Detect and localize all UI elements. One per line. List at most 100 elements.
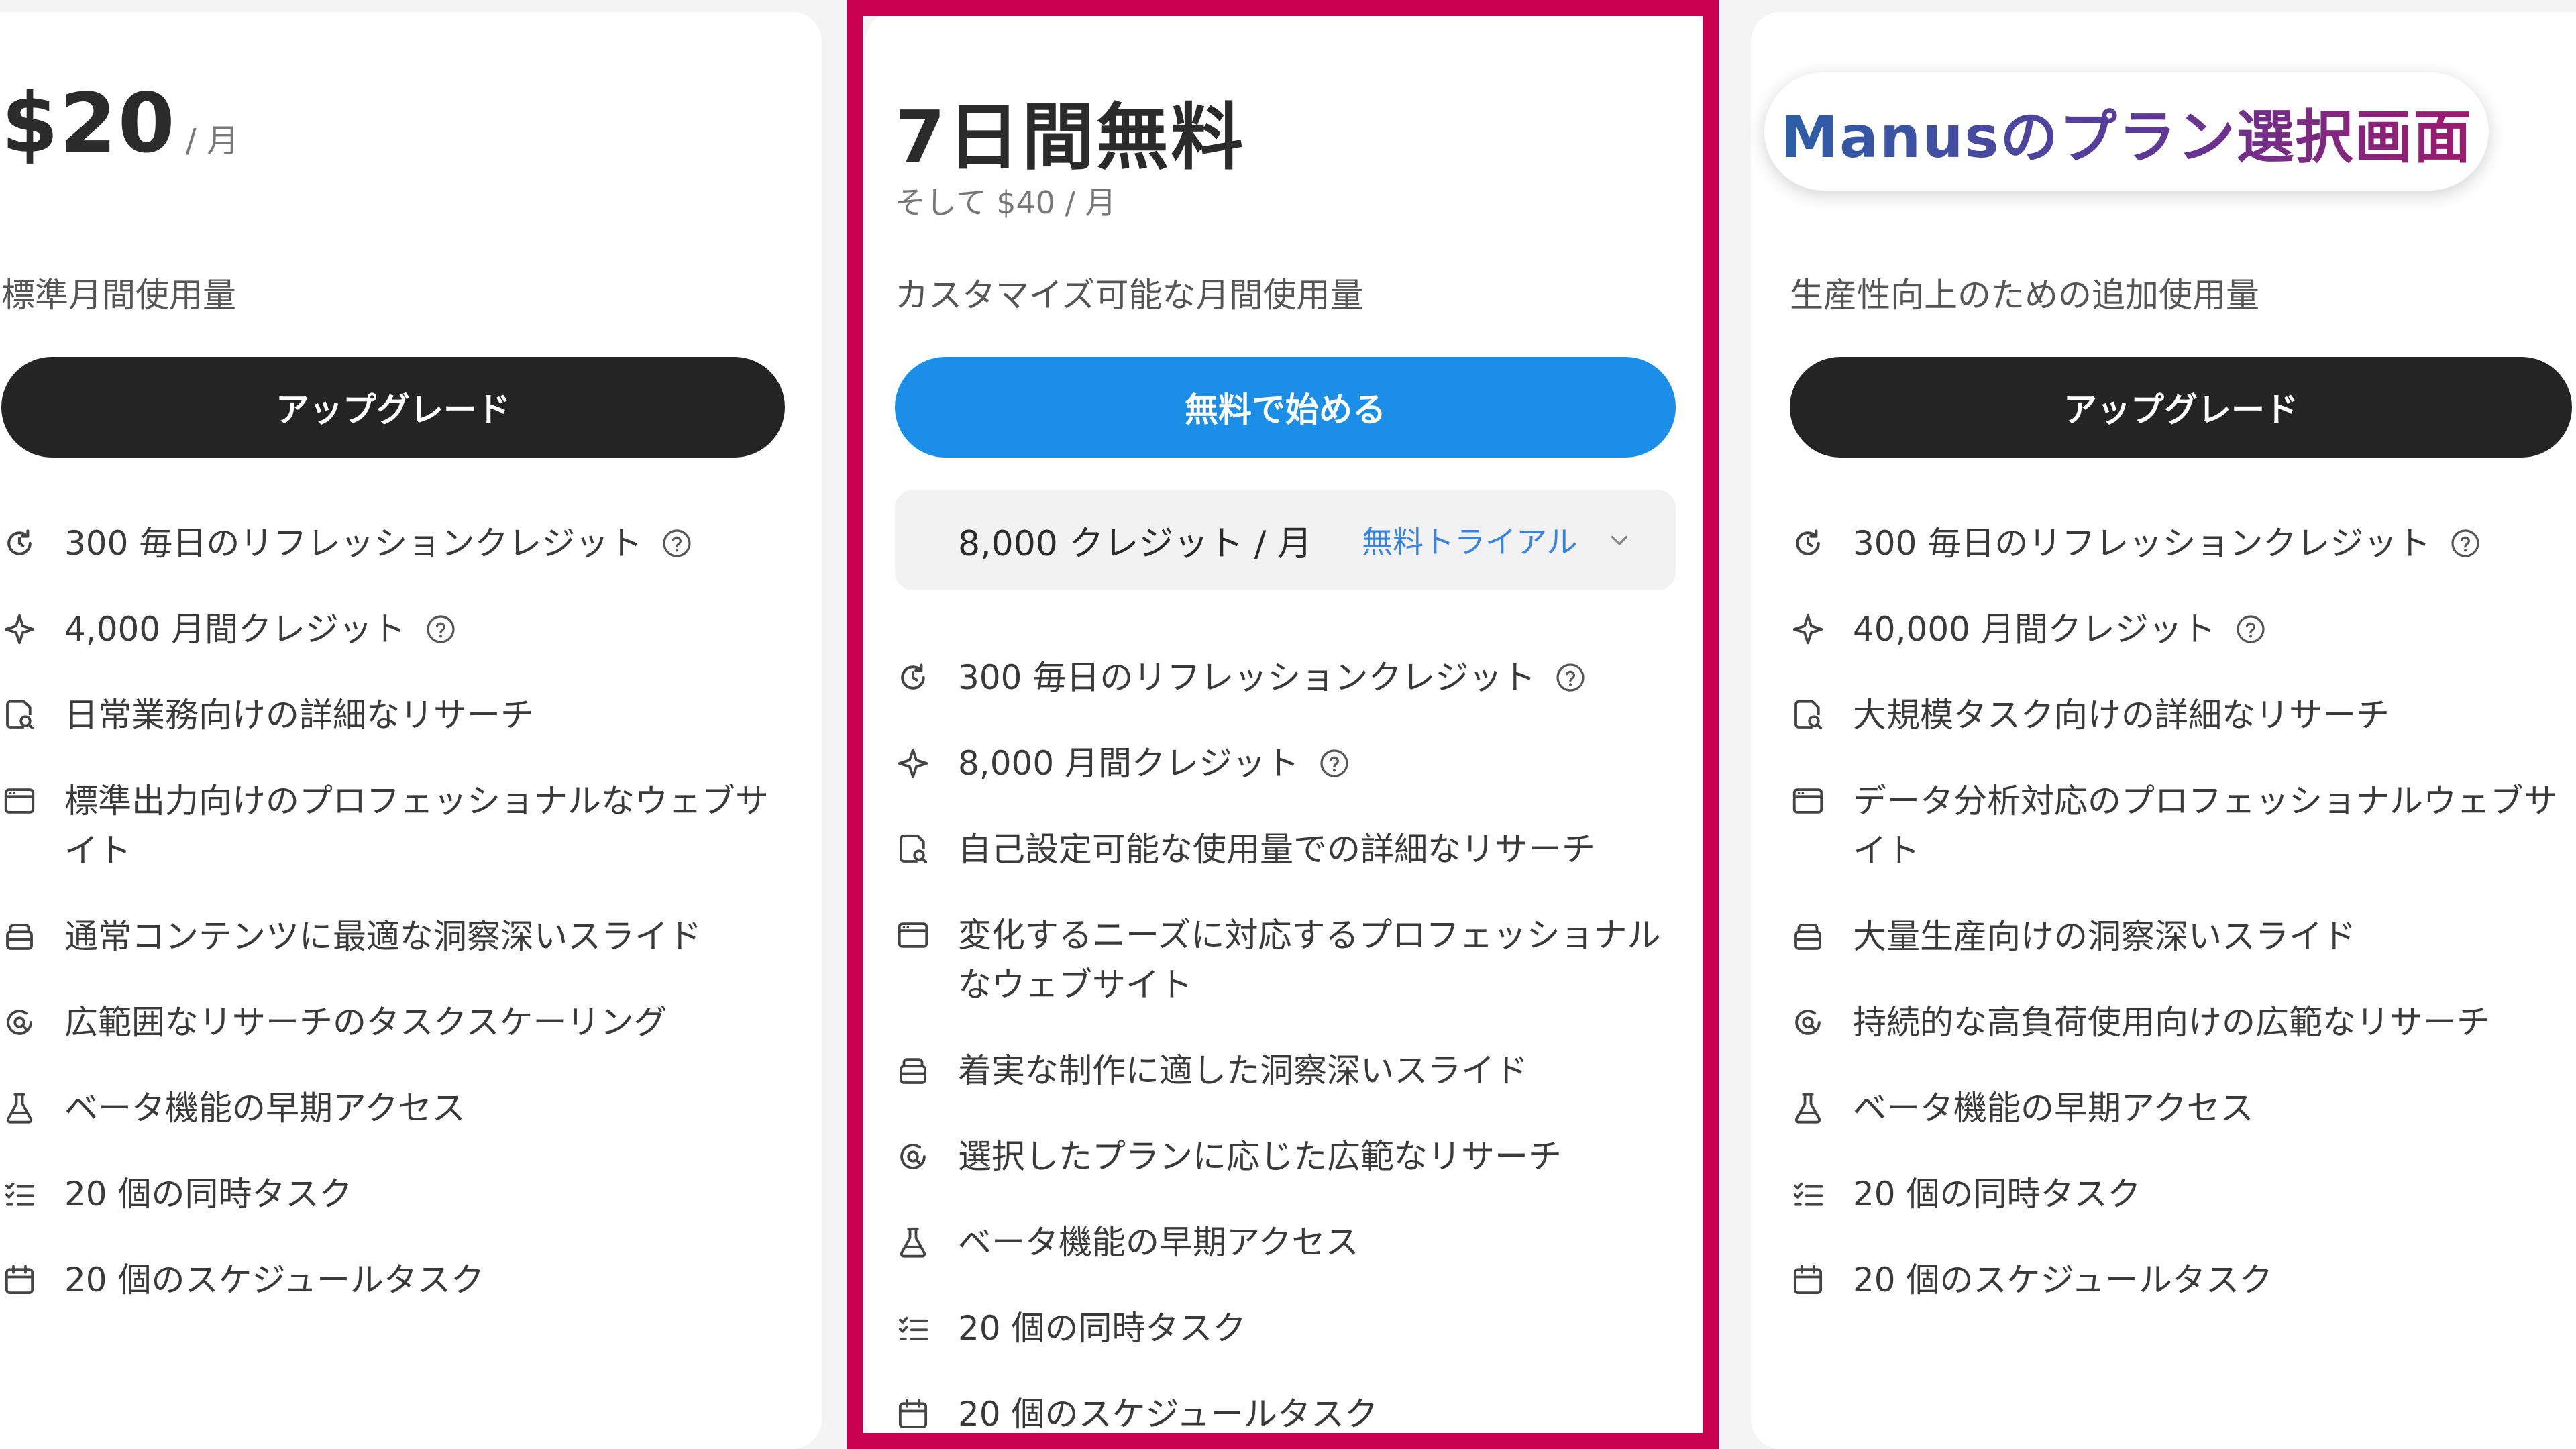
feature-text: 300 毎日のリフレッションクレジット (64, 519, 693, 568)
feature-text: ベータ機能の早期アクセス (64, 1089, 466, 1128)
feature-text: 20 個のスケジュールタスク (958, 1395, 1379, 1434)
beaker-icon (1, 1083, 39, 1133)
feature-item: 広範囲なリサーチのタスクスケーリング (1, 998, 786, 1047)
feature-item: 20 個の同時タスク (1790, 1169, 2575, 1219)
task-list-icon (1790, 1169, 1827, 1219)
feature-item: 自己設定可能な使用量での詳細なリサーチ (895, 824, 1666, 874)
feature-text: 300 毎日のリフレッションクレジット (1853, 519, 2481, 568)
price-period: / 月 (185, 122, 239, 160)
refresh-clock-icon (1790, 519, 1827, 568)
credits-value: 8,000 クレジット / 月 (958, 523, 1312, 564)
sparkle-icon (895, 739, 932, 788)
task-list-icon (1, 1169, 39, 1219)
feature-text: 自己設定可能な使用量での詳細なリサーチ (958, 830, 1595, 869)
wide-research-icon (1790, 998, 1827, 1047)
feature-text: 8,000 月間クレジット (958, 739, 1350, 788)
feature-text: 40,000 月間クレジット (1853, 604, 2267, 654)
calendar-icon (1790, 1255, 1827, 1305)
feature-text: ベータ機能の早期アクセス (1853, 1089, 2254, 1128)
feature-text: 大量生産向けの洞察深いスライド (1853, 917, 2356, 956)
credits-selector[interactable]: 8,000 クレジット / 月 無料トライアル (895, 490, 1676, 590)
feature-text: 変化するニーズに対応するプロフェッショナルなウェブサイト (958, 916, 1661, 1004)
help-circle-icon[interactable] (1554, 661, 1587, 694)
feature-text: 300 毎日のリフレッションクレジット (958, 653, 1587, 702)
feature-item: 300 毎日のリフレッションクレジット (895, 653, 1666, 702)
feature-text: 着実な制作に適した洞察深いスライド (958, 1051, 1528, 1090)
feature-text: 4,000 月間クレジット (64, 604, 457, 654)
feature-item: 大規模タスク向けの詳細なリサーチ (1790, 690, 2575, 740)
help-circle-icon[interactable] (2235, 613, 2267, 645)
research-doc-icon (1, 690, 39, 740)
feature-item: データ分析対応のプロフェッショナルウェブサイト (1790, 776, 2575, 875)
feature-text: 通常コンテンツに最適な洞察深いスライド (64, 917, 702, 956)
overlay-title-pill: Manusのプラン選択画面 (1764, 72, 2489, 191)
calendar-icon (895, 1389, 932, 1439)
feature-text: 持続的な高負荷使用向けの広範なリサーチ (1853, 1003, 2490, 1042)
research-doc-icon (1790, 690, 1827, 740)
feature-item: ベータ機能の早期アクセス (895, 1218, 1666, 1267)
feature-text: 20 個の同時タスク (64, 1175, 353, 1214)
plan-card-pro: $20 / 月 標準月間使用量 アップグレード 300 毎日のリフレッションクレ… (0, 12, 822, 1449)
start-free-button[interactable]: 無料で始める (895, 357, 1676, 458)
help-circle-icon[interactable] (2449, 527, 2481, 559)
calendar-icon (1, 1255, 39, 1305)
feature-item: 選択したプランに応じた広範なリサーチ (895, 1132, 1666, 1181)
feature-item: 4,000 月間クレジット (1, 604, 786, 654)
feature-text: ベータ機能の早期アクセス (958, 1223, 1359, 1262)
trial-headline: 7日間無料 (895, 96, 1246, 180)
price-amount: $20 (1, 76, 176, 171)
feature-text: 20 個のスケジュールタスク (1853, 1260, 2273, 1299)
feature-item: 300 毎日のリフレッションクレジット (1790, 519, 2575, 568)
plan-subtitle: カスタマイズ可能な月間使用量 (895, 276, 1364, 315)
wide-research-icon (1, 998, 39, 1047)
feature-item: 300 毎日のリフレッションクレジット (1, 519, 786, 568)
browser-window-icon (1790, 776, 1827, 826)
feature-item: 20 個の同時タスク (895, 1303, 1666, 1353)
beaker-icon (895, 1218, 932, 1267)
feature-item: 8,000 月間クレジット (895, 739, 1666, 788)
feature-text: 20 個のスケジュールタスク (64, 1260, 485, 1299)
feature-item: 標準出力向けのプロフェッショナルなウェブサイト (1, 776, 786, 875)
feature-text: 日常業務向けの詳細なリサーチ (64, 696, 534, 735)
help-circle-icon[interactable] (425, 613, 457, 645)
feature-item: ベータ機能の早期アクセス (1790, 1083, 2575, 1133)
slides-icon (1, 912, 39, 961)
help-circle-icon[interactable] (661, 527, 693, 559)
feature-text: 20 個の同時タスク (1853, 1175, 2141, 1214)
feature-item: 40,000 月間クレジット (1790, 604, 2575, 654)
overlay-title: Manusのプラン選択画面 (1780, 90, 2472, 174)
chevron-down-icon[interactable] (1607, 527, 1634, 553)
plan-card-advanced: 生産性向上のための追加使用量 アップグレード 300 毎日のリフレッションクレジ… (1751, 12, 2576, 1449)
feature-text: 選択したプランに応じた広範なリサーチ (958, 1137, 1562, 1176)
browser-window-icon (895, 910, 932, 960)
research-doc-icon (895, 824, 932, 874)
then-price: そして $40 / 月 (895, 184, 1116, 221)
browser-window-icon (1, 776, 39, 826)
free-trial-link[interactable]: 無料トライアル (1362, 518, 1578, 562)
beaker-icon (1790, 1083, 1827, 1133)
wide-research-icon (895, 1132, 932, 1181)
slides-icon (1790, 912, 1827, 961)
plan-subtitle: 標準月間使用量 (1, 276, 236, 315)
feature-item: 日常業務向けの詳細なリサーチ (1, 690, 786, 740)
feature-text: 広範囲なリサーチのタスクスケーリング (64, 1003, 667, 1042)
feature-item: 着実な制作に適した洞察深いスライド (895, 1046, 1666, 1095)
upgrade-button[interactable]: アップグレード (1790, 357, 2572, 458)
feature-item: 20 個のスケジュールタスク (1790, 1255, 2575, 1305)
task-list-icon (895, 1303, 932, 1353)
feature-text: 20 個の同時タスク (958, 1309, 1246, 1348)
sparkle-icon (1, 604, 39, 654)
feature-text: 大規模タスク向けの詳細なリサーチ (1853, 696, 2390, 735)
plan-price: $20 / 月 (1, 76, 239, 171)
feature-item: 20 個のスケジュールタスク (895, 1389, 1666, 1439)
feature-text: 標準出力向けのプロフェッショナルなウェブサイト (64, 782, 769, 870)
refresh-clock-icon (895, 653, 932, 702)
plan-card-trial: 7日間無料 そして $40 / 月 カスタマイズ可能な月間使用量 無料で始める … (865, 12, 1711, 1449)
slides-icon (895, 1046, 932, 1095)
upgrade-button[interactable]: アップグレード (1, 357, 785, 458)
feature-item: 通常コンテンツに最適な洞察深いスライド (1, 912, 786, 961)
help-circle-icon[interactable] (1318, 747, 1350, 780)
feature-item: 20 個のスケジュールタスク (1, 1255, 786, 1305)
feature-text: データ分析対応のプロフェッショナルウェブサイト (1853, 782, 2557, 870)
refresh-clock-icon (1, 519, 39, 568)
